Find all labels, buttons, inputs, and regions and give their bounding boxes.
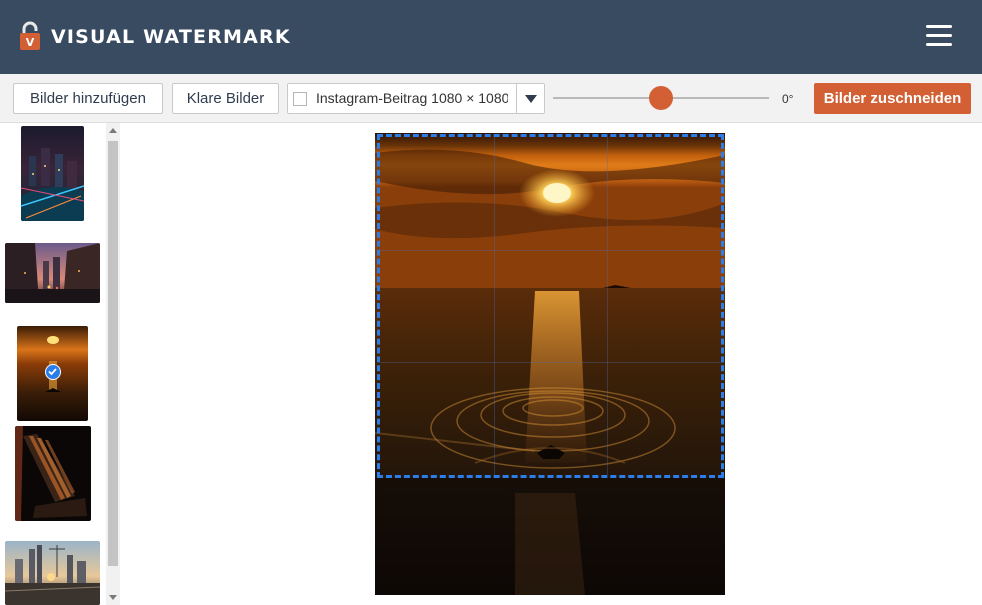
thumbnail-sidebar	[0, 123, 120, 605]
scroll-thumb[interactable]	[108, 141, 118, 566]
toolbar: Bilder hinzufügen Klare Bilder Instagram…	[0, 74, 982, 123]
crop-selection-box[interactable]	[377, 134, 724, 478]
add-images-button[interactable]: Bilder hinzufügen	[13, 83, 163, 114]
rotation-angle-label: 0°	[782, 92, 794, 106]
slider-thumb[interactable]	[649, 86, 673, 110]
app-header: V VISUAL WATERMARK	[0, 0, 982, 74]
thumbnail-street-dusk[interactable]	[5, 243, 100, 303]
sidebar-scrollbar[interactable]	[106, 123, 120, 605]
clear-images-button[interactable]: Klare Bilder	[172, 83, 279, 114]
preset-select-value: Instagram-Beitrag 1080 × 1080	[316, 90, 508, 106]
app-title: VISUAL WATERMARK	[51, 26, 291, 48]
rotation-slider[interactable]	[553, 86, 769, 110]
chevron-down-icon[interactable]	[516, 84, 544, 113]
thumbnail-city-night[interactable]	[21, 126, 84, 221]
thumbnail-city-skyline[interactable]	[5, 541, 100, 605]
scroll-down-arrow-icon[interactable]	[109, 595, 117, 600]
image-canvas	[120, 123, 982, 605]
thumbnail-sunset-sea[interactable]	[17, 326, 88, 421]
preset-select[interactable]: Instagram-Beitrag 1080 × 1080	[287, 83, 545, 114]
scroll-up-arrow-icon[interactable]	[109, 128, 117, 133]
selected-check-icon	[45, 364, 61, 380]
logo-letter: V	[26, 36, 35, 49]
thumbnail-dark-interior[interactable]	[15, 426, 91, 521]
crop-images-button[interactable]: Bilder zuschneiden	[814, 83, 971, 114]
preset-checkbox[interactable]	[293, 92, 307, 106]
lock-logo-icon: V	[20, 21, 40, 50]
hamburger-menu-icon[interactable]	[926, 25, 952, 47]
